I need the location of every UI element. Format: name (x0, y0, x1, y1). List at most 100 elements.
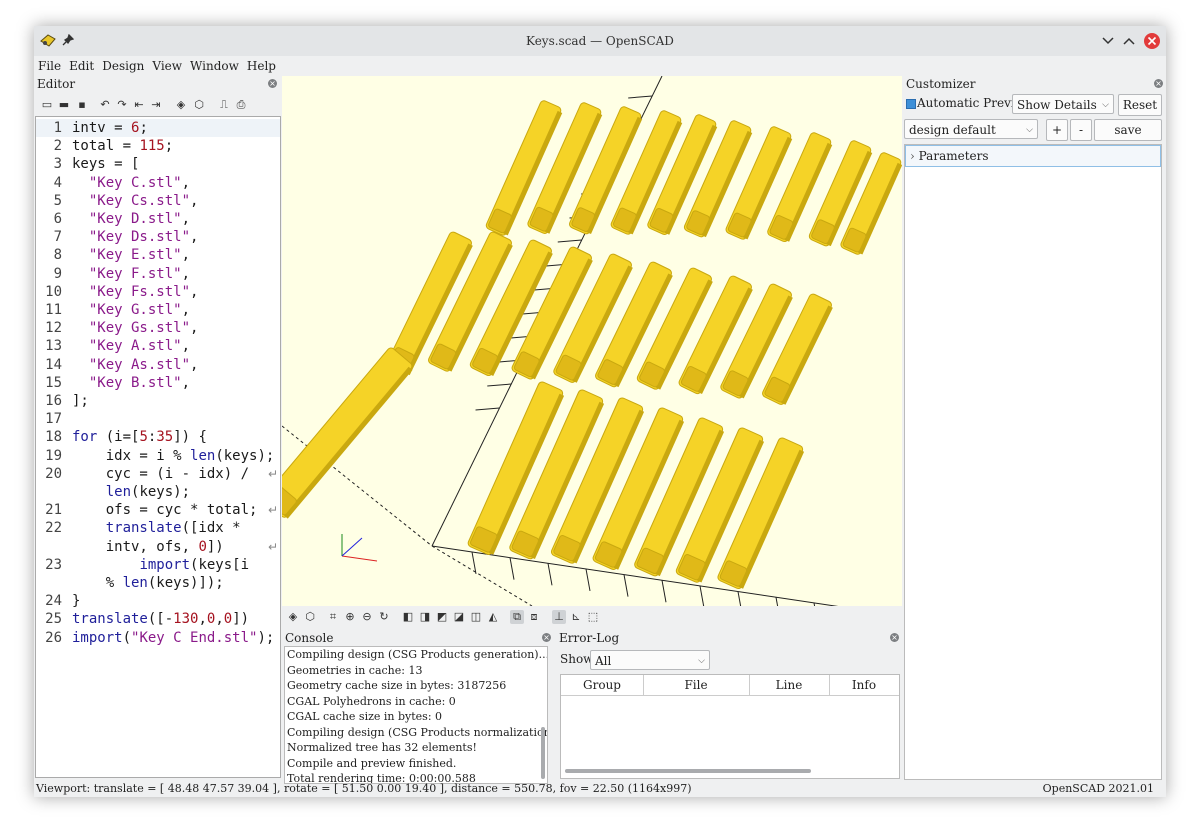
code-line[interactable]: 16]; (36, 392, 280, 410)
code-line[interactable]: 24} (36, 592, 280, 610)
indent-icon[interactable]: ⇥ (149, 98, 163, 112)
viewport-scene[interactable] (282, 76, 902, 606)
3d-viewport[interactable] (282, 76, 902, 606)
code-line[interactable]: 4 "Key C.stl", (36, 174, 280, 192)
perspective-icon[interactable]: ⧉ (510, 610, 524, 624)
code-line[interactable]: 25 translate([-130,0,0]) (36, 610, 280, 628)
code-text: len(keys); (105, 484, 191, 500)
maximize-icon[interactable] (1123, 36, 1135, 46)
code-text: ]; (72, 393, 89, 409)
reset-view-icon[interactable]: ↻ (377, 610, 391, 624)
zoom-out-icon[interactable]: ⊖ (360, 610, 374, 624)
code-line[interactable]: 13 "Key A.stl", (36, 337, 280, 355)
editor-close-icon[interactable]: × (268, 79, 277, 88)
code-line[interactable]: 7 "Key Ds.stl", (36, 228, 280, 246)
menu-window[interactable]: Window (186, 56, 243, 73)
error-log-close-icon[interactable]: × (890, 633, 899, 642)
details-select[interactable]: Show Details ⌵ (1012, 94, 1114, 114)
code-line[interactable]: 21 ofs = cyc * total; ↵ (36, 501, 280, 519)
code-line[interactable]: 14 "Key As.stl", (36, 356, 280, 374)
reset-button[interactable]: Reset (1118, 94, 1162, 116)
col-info[interactable]: Info (829, 675, 899, 695)
view-left-icon[interactable]: ◪ (452, 610, 466, 624)
view-front-icon[interactable]: ◫ (469, 610, 483, 624)
error-log-title: Error-Log (559, 631, 620, 645)
send-print-icon[interactable]: ⎙ (234, 98, 248, 112)
code-line[interactable]: intv, ofs, 0]) ↵ (36, 538, 280, 556)
vp-render-icon[interactable]: ⬡ (303, 610, 317, 624)
code-line[interactable]: 9 "Key F.stl", (36, 265, 280, 283)
show-scale-icon[interactable]: ⊾ (569, 610, 583, 624)
code-line[interactable]: 19 idx = i % len(keys); (36, 447, 280, 465)
preview-icon[interactable]: ◈ (174, 98, 188, 112)
code-line[interactable]: 15 "Key B.stl", (36, 374, 280, 392)
save-preset-button[interactable]: save preset (1094, 119, 1162, 157)
code-line[interactable]: 20 cyc = (i - idx) / ↵ (36, 465, 280, 483)
save-file-icon[interactable]: ▪ (75, 98, 89, 112)
vp-preview-icon[interactable]: ◈ (286, 610, 300, 624)
col-group[interactable]: Group (561, 675, 644, 695)
parameters-label: Parameters (918, 149, 989, 163)
preset-select[interactable]: design default values ⌵ (904, 119, 1038, 157)
view-all-icon[interactable]: ⌗ (326, 610, 340, 624)
view-bottom-icon[interactable]: ◩ (435, 610, 449, 624)
zoom-in-icon[interactable]: ⊕ (343, 610, 357, 624)
open-file-icon[interactable]: ▬ (57, 98, 71, 112)
code-line[interactable]: 11 "Key G.stl", (36, 301, 280, 319)
code-line[interactable]: 2 total = 115; (36, 137, 280, 155)
console-scrollbar[interactable] (541, 727, 545, 779)
code-line[interactable]: 18 for (i=[5:35]) { (36, 428, 280, 446)
view-top-icon[interactable]: ◨ (418, 610, 432, 624)
redo-icon[interactable]: ↷ (115, 98, 129, 112)
error-filter-value: All (595, 654, 612, 668)
axis-tick (628, 95, 653, 99)
code-line[interactable]: 12 "Key Gs.stl", (36, 319, 280, 337)
view-back-icon[interactable]: ◭ (486, 610, 500, 624)
console-close-icon[interactable]: × (542, 633, 551, 642)
code-line[interactable]: 17 (36, 410, 280, 428)
show-axes-icon[interactable]: ⊥ (552, 610, 566, 624)
undo-icon[interactable]: ↶ (98, 98, 112, 112)
code-line[interactable]: % len(keys)]); (36, 574, 280, 592)
customizer-title: Customizer (906, 77, 976, 91)
error-filter-select[interactable]: All ⌵ (590, 650, 710, 670)
code-line[interactable]: 1 intv = 6; (36, 119, 280, 137)
customizer-close-icon[interactable]: × (1154, 79, 1163, 88)
menu-view[interactable]: View (148, 56, 186, 73)
menu-file[interactable]: File (34, 56, 65, 73)
error-table-header: Group File Line Info (561, 675, 899, 696)
unindent-icon[interactable]: ⇤ (132, 98, 146, 112)
show-label: Show (560, 652, 594, 666)
code-line[interactable]: 23 import(keys[i (36, 556, 280, 574)
col-file[interactable]: File (643, 675, 750, 695)
code-line[interactable]: 5 "Key Cs.stl", (36, 192, 280, 210)
code-editor[interactable]: 1 intv = 6; 2 total = 115; 3 keys = [4 "Key C… (35, 116, 281, 778)
menu-design[interactable]: Design (98, 56, 148, 73)
show-edges-icon[interactable]: ⬚ (586, 610, 600, 624)
new-file-icon[interactable]: ▭ (40, 98, 54, 112)
menu-edit[interactable]: Edit (65, 56, 98, 73)
line-number: 9 (53, 265, 62, 282)
code-line[interactable]: len(keys); (36, 483, 280, 501)
error-table-scrollbar[interactable] (565, 769, 811, 773)
close-window-icon[interactable] (1143, 32, 1161, 50)
remove-preset-button[interactable]: - (1070, 119, 1092, 141)
menu-help[interactable]: Help (243, 56, 280, 73)
orthogonal-icon[interactable]: ⧈ (527, 610, 541, 624)
code-text: "Key Gs.stl", (88, 320, 199, 337)
minimize-icon[interactable] (1102, 36, 1114, 46)
auto-preview-checkbox[interactable] (906, 99, 916, 109)
parameters-group[interactable]: › Parameters (905, 145, 1161, 167)
code-line[interactable]: 6 "Key D.stl", (36, 210, 280, 228)
code-line[interactable]: 3 keys = [ (36, 155, 280, 173)
code-line[interactable]: 8 "Key E.stl", (36, 246, 280, 264)
code-line[interactable]: 26 import("Key C End.stl"); (36, 629, 280, 647)
line-number: 17 (45, 411, 62, 428)
add-preset-button[interactable]: + (1046, 119, 1068, 141)
view-right-icon[interactable]: ◧ (401, 610, 415, 624)
code-line[interactable]: 22 translate([idx * (36, 519, 280, 537)
render-icon[interactable]: ⬡ (192, 98, 206, 112)
code-line[interactable]: 10 "Key Fs.stl", (36, 283, 280, 301)
col-line[interactable]: Line (749, 675, 830, 695)
export-stl-icon[interactable]: ⎍ (217, 98, 231, 112)
